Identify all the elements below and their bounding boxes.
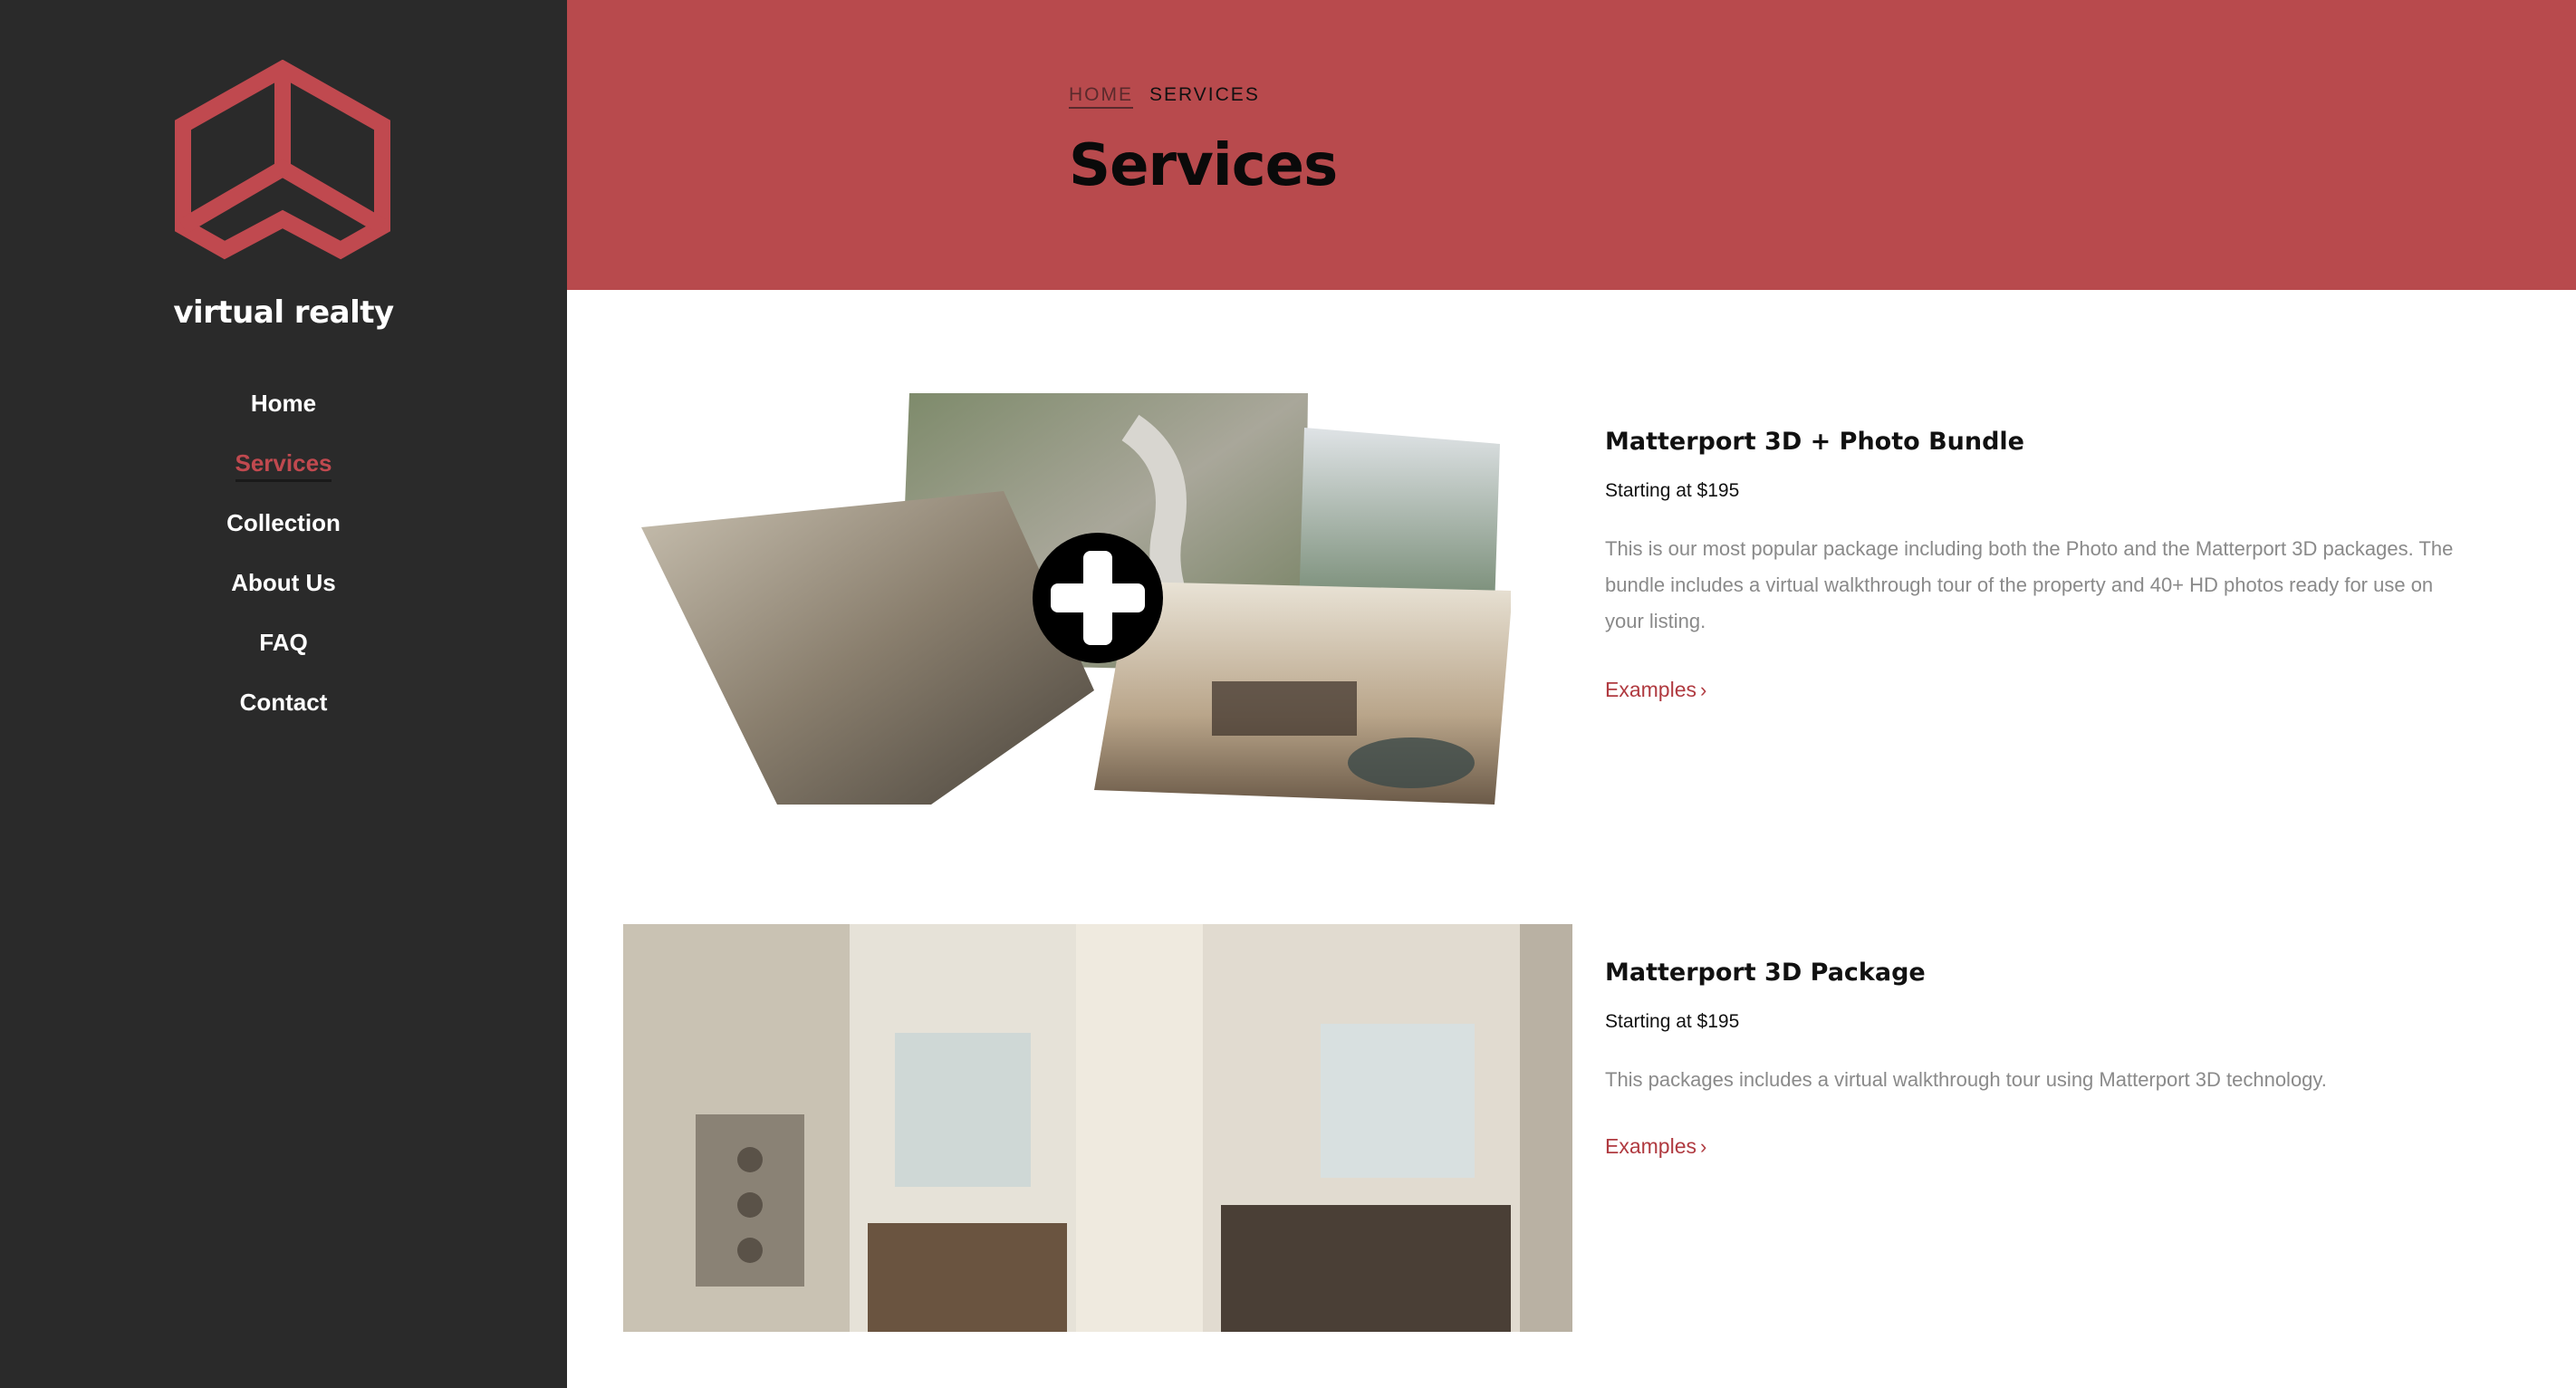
main-nav: Home Services Collection About Us FAQ Co… xyxy=(0,382,567,741)
service-description: This packages includes a virtual walkthr… xyxy=(1605,1068,2327,1091)
plus-icon[interactable] xyxy=(1033,533,1163,663)
hexagon-cube-logo[interactable] xyxy=(172,60,393,283)
nav-services-label: Services xyxy=(235,449,332,479)
nav-home[interactable]: Home xyxy=(0,382,567,442)
nav-collection-label: Collection xyxy=(226,509,341,536)
nav-collection[interactable]: Collection xyxy=(0,502,567,562)
nav-contact-label: Contact xyxy=(239,689,328,716)
nav-contact[interactable]: Contact xyxy=(0,681,567,741)
nav-about-us[interactable]: About Us xyxy=(0,562,567,622)
brand-name[interactable]: virtual realty xyxy=(0,294,567,331)
examples-link[interactable]: Examples › xyxy=(1605,678,1706,702)
breadcrumb-current: SERVICES xyxy=(1149,84,1260,105)
chevron-right-icon: › xyxy=(1699,679,1707,701)
page-title: Services xyxy=(1069,132,1338,199)
nav-faq[interactable]: FAQ xyxy=(0,622,567,681)
service-price: Starting at $195 xyxy=(1605,1011,1740,1032)
breadcrumb: HOME SERVICES xyxy=(1069,84,1260,109)
nav-home-label: Home xyxy=(250,390,317,417)
service-description: This is our most popular package includi… xyxy=(1605,537,2454,632)
nav-services[interactable]: Services xyxy=(0,442,567,502)
examples-link-label: Examples xyxy=(1605,678,1697,701)
breadcrumb-home-link[interactable]: HOME xyxy=(1069,84,1133,109)
service-price: Starting at $195 xyxy=(1605,480,1740,501)
page-header-band xyxy=(567,0,2576,290)
nav-faq-label: FAQ xyxy=(259,629,308,656)
examples-link[interactable]: Examples › xyxy=(1605,1134,1706,1159)
examples-link-label: Examples xyxy=(1605,1134,1697,1158)
service-title: Matterport 3D + Photo Bundle xyxy=(1605,428,2024,456)
service-title: Matterport 3D Package xyxy=(1605,959,1926,987)
chevron-right-icon: › xyxy=(1699,1135,1707,1158)
bundle-dollhouse-image[interactable] xyxy=(623,391,1511,805)
nav-about-us-label: About Us xyxy=(231,569,336,596)
package-room-image[interactable] xyxy=(623,924,1572,1332)
sidebar: virtual realty Home Services Collection … xyxy=(0,0,567,1388)
